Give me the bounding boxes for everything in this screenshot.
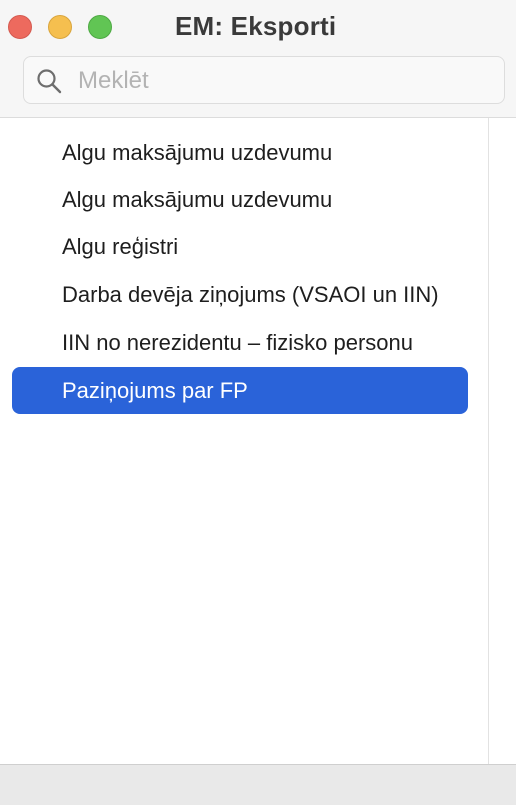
list-item[interactable]: Algu maksājumu uzdevumu	[12, 176, 468, 223]
list-item[interactable]: Darba devēja ziņojums (VSAOI un IIN)	[12, 271, 468, 318]
list-item[interactable]: Algu maksājumu uzdevumu	[12, 129, 468, 176]
search-field[interactable]	[23, 56, 505, 105]
minimize-window-button[interactable]	[48, 15, 72, 39]
list-item-selected[interactable]: Paziņojums par FP	[12, 367, 468, 414]
search-icon	[37, 69, 62, 94]
list-item[interactable]: IIN no nerezidentu – fizisko personu	[12, 319, 468, 366]
close-window-button[interactable]	[8, 15, 32, 39]
bottom-bar	[0, 764, 516, 805]
maximize-window-button[interactable]	[88, 15, 112, 39]
scrollbar-track[interactable]	[488, 118, 516, 764]
window: EM: Eksporti Algu maksājumu uzdevumu Alg…	[0, 0, 516, 805]
search-input[interactable]	[76, 57, 500, 105]
titlebar: EM: Eksporti	[0, 0, 516, 118]
export-list: Algu maksājumu uzdevumu Algu maksājumu u…	[0, 118, 488, 764]
window-title: EM: Eksporti	[175, 11, 337, 41]
list-item[interactable]: Algu reģistri	[12, 223, 468, 270]
